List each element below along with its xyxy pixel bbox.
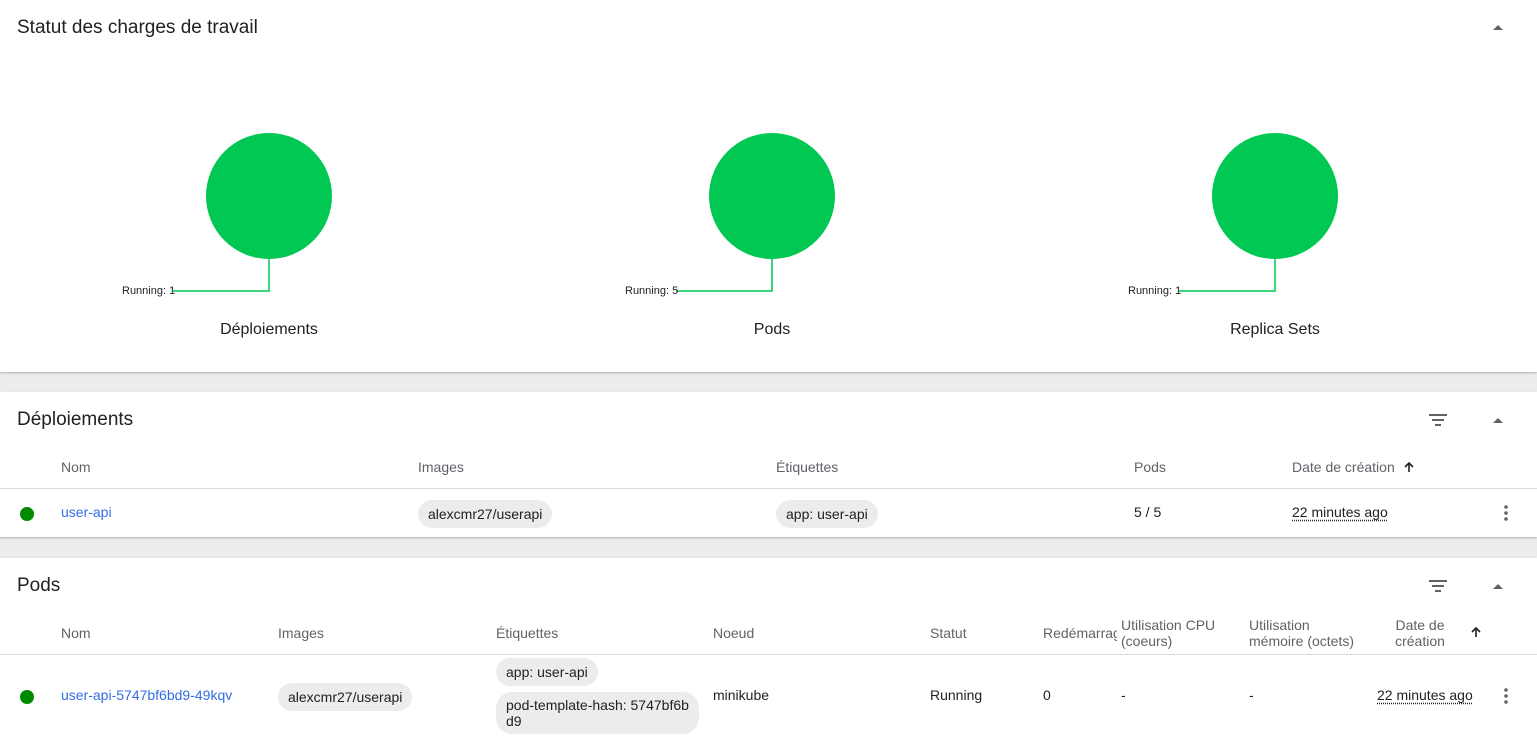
running-label: Running: 5 xyxy=(625,285,679,297)
cpu-header-line1: Utilisation CPU xyxy=(1121,617,1216,633)
created-header-line2: création xyxy=(1395,633,1445,649)
cpu-usage: - xyxy=(1121,687,1126,703)
collapse-icon[interactable] xyxy=(1486,15,1510,39)
column-header-restarts: Redémarrages xyxy=(1043,625,1117,641)
pods-title: Pods xyxy=(17,575,61,596)
chart-caption: Déploiements xyxy=(220,321,318,338)
pod-status: Running xyxy=(930,687,983,703)
pod-link[interactable]: user-api-5747bf6bd9-49kqv xyxy=(61,687,232,703)
replica-sets-status-chart: Running: 1 Replica Sets xyxy=(1125,120,1425,350)
memory-usage: - xyxy=(1249,687,1254,703)
column-header-labels: Étiquettes xyxy=(496,625,559,641)
running-label: Running: 1 xyxy=(122,285,176,297)
column-header-created[interactable]: Date de création xyxy=(1292,459,1414,475)
column-header-pods: Pods xyxy=(1134,459,1166,475)
label-leader-line xyxy=(173,259,270,292)
header-divider xyxy=(0,654,1537,655)
collapse-icon[interactable] xyxy=(1486,408,1510,432)
created-time: 22 minutes ago xyxy=(1292,504,1388,520)
restart-count: 0 xyxy=(1043,687,1051,703)
column-header-node: Noeud xyxy=(713,625,755,641)
pods-count: 5 / 5 xyxy=(1134,504,1162,520)
collapse-icon[interactable] xyxy=(1486,574,1510,598)
filter-icon[interactable] xyxy=(1426,408,1450,432)
status-ok-icon xyxy=(20,507,34,521)
sort-ascending-icon xyxy=(1404,461,1414,472)
label-chip: app: user-api xyxy=(496,658,598,686)
label-leader-line xyxy=(1179,259,1276,292)
more-vert-icon[interactable] xyxy=(1494,684,1518,708)
label-chip: app: user-api xyxy=(776,500,878,528)
chart-caption: Replica Sets xyxy=(1230,321,1320,338)
column-header-created[interactable]: Date de création xyxy=(1390,617,1450,649)
workload-status-card: Statut des charges de travail Running: 1… xyxy=(0,0,1537,372)
column-header-cpu: Utilisation CPU (coeurs) xyxy=(1121,617,1215,649)
cpu-header-line2: (coeurs) xyxy=(1121,633,1173,649)
header-divider xyxy=(0,488,1537,489)
workload-status-title: Statut des charges de travail xyxy=(17,17,258,38)
deployment-link[interactable]: user-api xyxy=(61,504,112,520)
label-chip-line2: d9 xyxy=(506,713,522,729)
pods-card: Pods Nom Images Étiquettes Noeud Statut … xyxy=(0,558,1537,737)
running-slice xyxy=(1212,133,1338,259)
running-label: Running: 1 xyxy=(1128,285,1182,297)
column-header-name[interactable]: Nom xyxy=(61,625,91,641)
filter-icon[interactable] xyxy=(1426,574,1450,598)
column-header-images: Images xyxy=(278,625,324,641)
more-vert-icon[interactable] xyxy=(1494,501,1518,525)
status-ok-icon xyxy=(20,690,34,704)
column-header-labels: Étiquettes xyxy=(776,459,839,475)
chart-caption: Pods xyxy=(753,321,791,338)
deployments-title: Déploiements xyxy=(17,409,134,430)
image-chip: alexcmr27/userapi xyxy=(418,500,553,528)
running-slice xyxy=(709,133,835,259)
deployments-card: Déploiements Nom Images Étiquettes Pods … xyxy=(0,392,1537,537)
deployments-status-chart: Running: 1 Déploiements xyxy=(119,120,419,350)
node-name: minikube xyxy=(713,687,770,703)
column-header-status: Statut xyxy=(930,625,967,641)
column-header-name[interactable]: Nom xyxy=(61,459,91,475)
label-chip: pod-template-hash: 5747bf6b d9 xyxy=(496,692,699,734)
pods-status-chart: Running: 5 Pods xyxy=(622,120,922,350)
image-chip: alexcmr27/userapi xyxy=(278,683,413,711)
column-header-images: Images xyxy=(418,459,464,475)
memory-header-line2: mémoire (octets) xyxy=(1249,633,1355,649)
running-slice xyxy=(206,133,332,259)
created-header-line1: Date de xyxy=(1395,617,1445,633)
memory-header-line1: Utilisation xyxy=(1249,617,1310,633)
column-header-memory: Utilisation mémoire (octets) xyxy=(1249,617,1354,649)
created-time: 22 minutes ago xyxy=(1377,687,1473,703)
label-chip-line1: pod-template-hash: 5747bf6b xyxy=(506,697,689,713)
column-header-created-label: Date de création xyxy=(1292,459,1395,475)
label-leader-line xyxy=(676,259,773,292)
sort-ascending-icon[interactable] xyxy=(1471,627,1481,638)
